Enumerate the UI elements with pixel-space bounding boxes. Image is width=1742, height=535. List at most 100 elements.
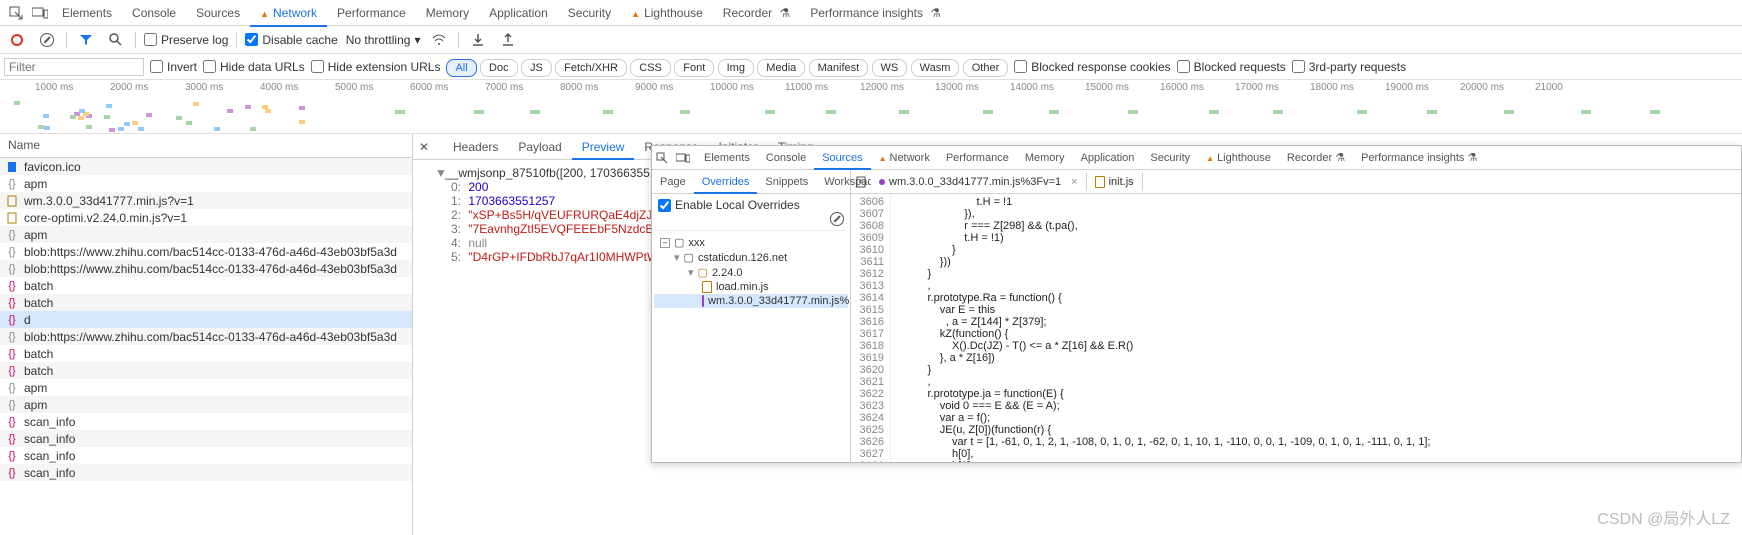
throttling-select[interactable]: No throttling ▾ (346, 33, 421, 47)
request-row[interactable]: {}batch (0, 277, 412, 294)
hide-data-urls-checkbox[interactable]: Hide data URLs (203, 60, 305, 74)
filter-type-doc[interactable]: Doc (480, 59, 518, 77)
preserve-log-checkbox[interactable]: Preserve log (144, 33, 228, 47)
close-tab-icon[interactable]: × (1071, 176, 1077, 188)
overlay-tab-console[interactable]: Console (758, 148, 814, 170)
filter-type-img[interactable]: Img (718, 59, 754, 77)
filter-type-fetch-xhr[interactable]: Fetch/XHR (555, 59, 627, 77)
blocked-response-checkbox[interactable]: Blocked response cookies (1014, 60, 1170, 74)
overlay-tab-elements[interactable]: Elements (696, 148, 758, 170)
tree-node[interactable]: –▢ xxx (654, 235, 848, 250)
request-row[interactable]: {}blob:https://www.zhihu.com/bac514cc-01… (0, 328, 412, 345)
tree-node[interactable]: ▾▢ 2.24.0 (654, 265, 848, 280)
filter-type-ws[interactable]: WS (872, 59, 908, 77)
device-icon[interactable] (28, 1, 52, 25)
overlay-tab-memory[interactable]: Memory (1017, 148, 1073, 170)
filter-type-wasm[interactable]: Wasm (911, 59, 960, 77)
request-row[interactable]: core-optimi.v2.24.0.min.js?v=1 (0, 209, 412, 226)
overlay-tab-performance-insights[interactable]: Performance insights ⚗ (1353, 148, 1485, 170)
network-timeline[interactable]: 1000 ms2000 ms3000 ms4000 ms5000 ms6000 … (0, 80, 1742, 134)
main-tab-console[interactable]: Console (122, 1, 186, 27)
import-icon[interactable] (467, 29, 489, 51)
main-tab-recorder[interactable]: Recorder ⚗ (713, 1, 800, 27)
filter-type-other[interactable]: Other (963, 59, 1009, 77)
third-party-checkbox[interactable]: 3rd-party requests (1292, 60, 1406, 74)
main-tab-network[interactable]: Network (250, 1, 327, 27)
request-row[interactable]: {}blob:https://www.zhihu.com/bac514cc-01… (0, 243, 412, 260)
inspect-icon[interactable] (4, 1, 28, 25)
search-icon[interactable] (105, 29, 127, 51)
inspect-icon[interactable] (656, 152, 676, 164)
detail-tab-headers[interactable]: Headers (443, 136, 508, 160)
request-row[interactable]: {}apm (0, 396, 412, 413)
tree-node[interactable]: load.min.js (654, 280, 848, 294)
tree-node[interactable]: wm.3.0.0_33d41777.min.js%3Fv=1 (654, 294, 848, 308)
file-tab[interactable]: init.js (1087, 173, 1143, 191)
xhr-icon: {} (6, 229, 18, 241)
overlay-subtab-snippets[interactable]: Snippets (757, 172, 816, 194)
main-tab-sources[interactable]: Sources (186, 1, 250, 27)
request-row[interactable]: {}apm (0, 379, 412, 396)
name-column-header[interactable]: Name (0, 134, 412, 158)
request-row[interactable]: {}d (0, 311, 412, 328)
filter-type-media[interactable]: Media (757, 59, 805, 77)
overlay-tab-application[interactable]: Application (1073, 148, 1143, 170)
request-row[interactable]: {}apm (0, 175, 412, 192)
overlay-tab-recorder[interactable]: Recorder ⚗ (1279, 148, 1353, 170)
file-nav-icon[interactable] (851, 176, 871, 188)
filter-type-css[interactable]: CSS (630, 59, 671, 77)
code-editor[interactable]: 3606 3607 3608 3609 3610 3611 3612 3613 … (851, 194, 1741, 462)
overlay-tab-performance[interactable]: Performance (938, 148, 1017, 170)
overlay-tab-security[interactable]: Security (1142, 148, 1198, 170)
filter-type-all[interactable]: All (446, 59, 476, 77)
overlay-tab-network[interactable]: Network (871, 148, 938, 170)
main-tab-lighthouse[interactable]: Lighthouse (621, 1, 713, 27)
request-row[interactable]: {}blob:https://www.zhihu.com/bac514cc-01… (0, 260, 412, 277)
request-row[interactable]: {}scan_info (0, 464, 412, 481)
overrides-tree[interactable]: –▢ xxx▾▢ cstaticdun.126.net▾▢ 2.24.0 loa… (652, 231, 850, 462)
device-icon[interactable] (676, 153, 696, 163)
overlay-subtab-overrides[interactable]: Overrides (694, 172, 758, 194)
request-row[interactable]: {}batch (0, 345, 412, 362)
main-tab-elements[interactable]: Elements (52, 1, 122, 27)
filter-type-font[interactable]: Font (674, 59, 714, 77)
main-tab-performance-insights[interactable]: Performance insights ⚗ (800, 1, 951, 27)
request-row[interactable]: wm.3.0.0_33d41777.min.js?v=1 (0, 192, 412, 209)
xhr-icon: {} (6, 382, 18, 394)
record-button[interactable] (6, 29, 28, 51)
hide-extension-urls-checkbox[interactable]: Hide extension URLs (311, 60, 441, 74)
request-row[interactable]: {}scan_info (0, 447, 412, 464)
request-row[interactable]: favicon.ico (0, 158, 412, 175)
disable-cache-checkbox[interactable]: Disable cache (245, 33, 337, 47)
request-row[interactable]: {}batch (0, 294, 412, 311)
main-tab-application[interactable]: Application (479, 1, 558, 27)
main-tab-performance[interactable]: Performance (327, 1, 416, 27)
filter-icon[interactable] (75, 29, 97, 51)
filter-input[interactable] (4, 58, 144, 76)
tree-node[interactable]: ▾▢ cstaticdun.126.net (654, 250, 848, 265)
wifi-icon[interactable] (428, 29, 450, 51)
overlay-navigator: PageOverridesSnippetsWorkspace » ⋮ Enabl… (652, 170, 851, 462)
main-tab-security[interactable]: Security (558, 1, 621, 27)
timeline-tick: 21000 (1535, 82, 1563, 93)
request-row[interactable]: {}apm (0, 226, 412, 243)
request-row[interactable]: {}scan_info (0, 413, 412, 430)
main-tab-memory[interactable]: Memory (416, 1, 479, 27)
blocked-requests-checkbox[interactable]: Blocked requests (1177, 60, 1286, 74)
request-row[interactable]: {}scan_info (0, 430, 412, 447)
clear-overrides-button[interactable] (830, 212, 844, 226)
file-tab[interactable]: wm.3.0.0_33d41777.min.js%3Fv=1 × (871, 173, 1087, 191)
enable-local-overrides-checkbox[interactable]: Enable Local Overrides (658, 198, 844, 212)
detail-tab-payload[interactable]: Payload (508, 136, 571, 160)
clear-button[interactable] (36, 29, 58, 51)
invert-checkbox[interactable]: Invert (150, 60, 197, 74)
overlay-subtab-page[interactable]: Page (652, 172, 694, 194)
export-icon[interactable] (497, 29, 519, 51)
request-row[interactable]: {}batch (0, 362, 412, 379)
filter-type-js[interactable]: JS (521, 59, 552, 77)
overlay-tab-sources[interactable]: Sources (814, 148, 870, 170)
overlay-tab-lighthouse[interactable]: Lighthouse (1198, 148, 1279, 170)
detail-tab-preview[interactable]: Preview (572, 136, 635, 160)
filter-type-manifest[interactable]: Manifest (809, 59, 869, 77)
close-details-button[interactable]: ✕ (419, 140, 439, 154)
